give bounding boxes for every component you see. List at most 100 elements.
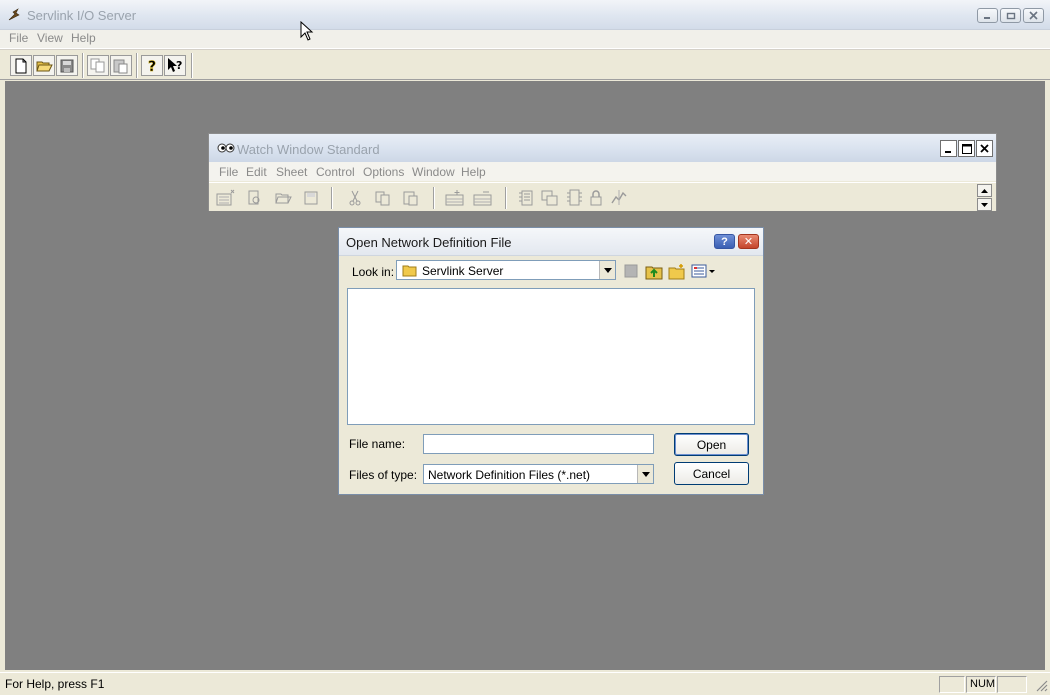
watch-paste-button[interactable] (401, 188, 421, 208)
watch-copy-button[interactable] (373, 188, 393, 208)
dialog-titlebar[interactable]: Open Network Definition File ? ✕ (339, 228, 763, 256)
dialog-close-button[interactable]: ✕ (738, 234, 759, 249)
paste-icon (403, 191, 418, 206)
watch-close-button[interactable] (976, 140, 993, 157)
module-icon (567, 189, 582, 206)
watch-cut-button[interactable] (345, 188, 365, 208)
watch-window[interactable]: Watch Window Standard File Edit Sheet Co… (208, 133, 997, 211)
view-menu-button[interactable] (691, 262, 717, 280)
files-of-type-dropdown-button[interactable] (637, 465, 653, 483)
watch-maximize-button[interactable] (958, 140, 975, 157)
paste-icon (113, 59, 128, 73)
about-button[interactable]: ? (141, 55, 163, 76)
restore-icon (1006, 12, 1015, 20)
copy-icon (90, 58, 105, 73)
toolbar-separator (136, 53, 138, 78)
view-menu-icon (691, 264, 715, 278)
dialog-help-button[interactable]: ? (714, 234, 735, 249)
context-help-button[interactable]: ? (164, 55, 186, 76)
trend-button[interactable] (609, 188, 629, 208)
watch-titlebar[interactable]: Watch Window Standard (209, 134, 996, 162)
main-titlebar[interactable]: Servlink I/O Server (0, 0, 1050, 30)
mouse-cursor-icon (300, 21, 314, 41)
watch-scroll-up[interactable] (977, 184, 992, 197)
delete-row-icon (473, 191, 492, 206)
properties-button[interactable] (517, 188, 537, 208)
folder-icon (402, 265, 417, 277)
new-button[interactable] (10, 55, 32, 76)
paste-button[interactable] (110, 55, 132, 76)
module-button[interactable] (564, 188, 584, 208)
watch-menu-options[interactable]: Options (363, 165, 404, 179)
close-icon (1029, 11, 1038, 20)
minimize-button[interactable] (977, 8, 998, 23)
status-text: For Help, press F1 (5, 677, 105, 691)
insert-row-button[interactable] (445, 188, 465, 208)
restore-button[interactable] (1000, 8, 1021, 23)
lock-button[interactable] (586, 188, 606, 208)
files-of-type-combo[interactable]: Network Definition Files (*.net) (423, 464, 654, 484)
copy-button[interactable] (87, 55, 109, 76)
watch-open-button[interactable] (273, 188, 293, 208)
watch-menu-window[interactable]: Window (412, 165, 455, 179)
menu-view[interactable]: View (37, 31, 63, 45)
trend-icon (611, 190, 627, 205)
new-folder-button[interactable] (668, 262, 686, 280)
files-of-type-value: Network Definition Files (*.net) (428, 468, 591, 482)
up-folder-button[interactable] (645, 262, 663, 280)
close-button[interactable] (1023, 8, 1044, 23)
watch-menu-file[interactable]: File (219, 165, 238, 179)
servlink-app-icon (8, 8, 20, 21)
question-icon: ? (148, 58, 157, 73)
size-grip-icon[interactable] (1035, 679, 1048, 692)
open-button[interactable] (33, 55, 55, 76)
monitor-button[interactable] (540, 188, 560, 208)
quick-watch-button[interactable] (245, 188, 265, 208)
open-folder-icon (274, 193, 292, 204)
main-menubar: File View Help (0, 30, 1050, 49)
properties-icon (519, 190, 533, 206)
cancel-button[interactable]: Cancel (674, 462, 749, 485)
file-name-label: File name: (349, 437, 406, 451)
status-pane-caps (939, 676, 965, 693)
watch-save-button[interactable] (301, 188, 321, 208)
new-sheet-button[interactable] (216, 188, 236, 208)
eyes-icon (217, 143, 235, 153)
open-button[interactable]: Open (674, 433, 749, 456)
watch-minimize-button[interactable] (940, 140, 957, 157)
look-in-combo[interactable]: Servlink Server (396, 260, 616, 280)
watch-scroll-down[interactable] (977, 198, 992, 211)
status-bar: For Help, press F1 NUM (0, 672, 1050, 695)
insert-row-icon (445, 190, 464, 206)
menu-help[interactable]: Help (71, 31, 96, 45)
watch-menu-control[interactable]: Control (316, 165, 355, 179)
file-name-input[interactable] (423, 434, 654, 454)
open-file-dialog[interactable]: Open Network Definition File ? ✕ Look in… (338, 227, 764, 495)
delete-row-button[interactable] (473, 188, 493, 208)
dialog-title: Open Network Definition File (346, 235, 512, 250)
menu-file[interactable]: File (9, 31, 28, 45)
toolbar-separator (82, 53, 84, 78)
status-pane-num: NUM (966, 676, 996, 693)
file-list[interactable] (347, 288, 755, 425)
files-of-type-label: Files of type: (349, 468, 418, 482)
watch-menubar: File Edit Sheet Control Options Window H… (209, 162, 996, 181)
arrow-down-icon (981, 202, 988, 207)
look-in-dropdown-button[interactable] (599, 261, 615, 279)
watch-menu-edit[interactable]: Edit (246, 165, 267, 179)
quick-watch-icon (248, 190, 260, 205)
watch-menu-help[interactable]: Help (461, 165, 486, 179)
watch-toolbar (209, 182, 996, 211)
pointer-question-icon: ? (168, 58, 182, 72)
watch-window-title: Watch Window Standard (237, 142, 380, 157)
arrow-up-icon (981, 188, 988, 193)
main-window-title: Servlink I/O Server (27, 8, 137, 23)
new-icon (15, 58, 27, 73)
back-button[interactable] (622, 262, 640, 280)
status-pane-scroll (997, 676, 1027, 693)
save-button[interactable] (56, 55, 78, 76)
maximize-icon (961, 143, 972, 154)
watch-menu-sheet[interactable]: Sheet (276, 165, 307, 179)
svg-text:?: ? (176, 59, 182, 72)
look-in-label: Look in: (352, 265, 395, 279)
